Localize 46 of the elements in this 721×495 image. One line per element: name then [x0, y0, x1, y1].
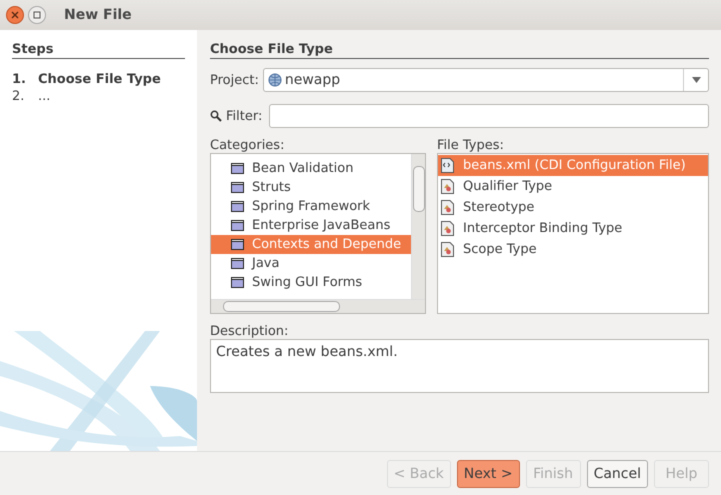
maximize-button[interactable] — [28, 6, 46, 24]
class-file-icon — [441, 221, 454, 236]
steps-heading: Steps — [12, 42, 185, 59]
folder-icon — [231, 201, 244, 212]
dialog-button[interactable]: Cancel — [586, 460, 648, 488]
dialog-button[interactable]: Next > — [456, 460, 520, 488]
file-type-item[interactable]: Qualifier Type — [438, 176, 708, 197]
folder-icon — [231, 258, 244, 269]
folder-icon — [231, 220, 244, 231]
class-file-icon — [441, 179, 454, 194]
xml-file-icon — [441, 158, 454, 173]
folder-icon — [231, 239, 244, 250]
horizontal-scrollbar[interactable] — [211, 299, 425, 313]
categories-label: Categories: — [210, 138, 286, 153]
file-type-item[interactable]: Scope Type — [438, 239, 708, 260]
class-file-icon — [441, 200, 454, 215]
description-text: Creates a new beans.xml. — [210, 339, 709, 393]
step-item: 1. Choose File Type — [12, 71, 162, 88]
close-icon — [11, 11, 19, 19]
category-item[interactable]: Struts — [211, 178, 411, 197]
file-type-item[interactable]: Interceptor Binding Type — [438, 218, 708, 239]
category-item[interactable]: Swing GUI Forms — [211, 273, 411, 292]
category-item[interactable]: Bean Validation — [211, 159, 411, 178]
step-item: 2. ... — [12, 88, 52, 105]
category-item[interactable]: Enterprise JavaBeans — [211, 216, 411, 235]
filter-label: Filter: — [226, 108, 262, 124]
search-icon — [210, 110, 222, 122]
file-type-item[interactable]: Stereotype — [438, 197, 708, 218]
section-heading: Choose File Type — [210, 42, 709, 59]
project-label: Project: — [210, 72, 259, 88]
file-types-label: File Types: — [437, 138, 505, 153]
description-label: Description: — [210, 324, 290, 339]
maximize-icon — [33, 11, 41, 19]
close-button[interactable] — [6, 6, 24, 24]
folder-icon — [231, 277, 244, 288]
globe-icon — [268, 73, 282, 87]
folder-icon — [231, 182, 244, 193]
vertical-scrollbar[interactable] — [411, 154, 425, 299]
caret-icon — [692, 77, 700, 83]
folder-icon — [231, 163, 244, 174]
project-dropdown[interactable]: newapp — [262, 68, 709, 92]
category-item[interactable]: Spring Framework — [211, 197, 411, 216]
filter-field[interactable] — [269, 104, 709, 128]
category-item[interactable]: Java — [211, 254, 411, 273]
class-file-icon — [441, 242, 454, 257]
window-title: New File — [64, 7, 132, 23]
